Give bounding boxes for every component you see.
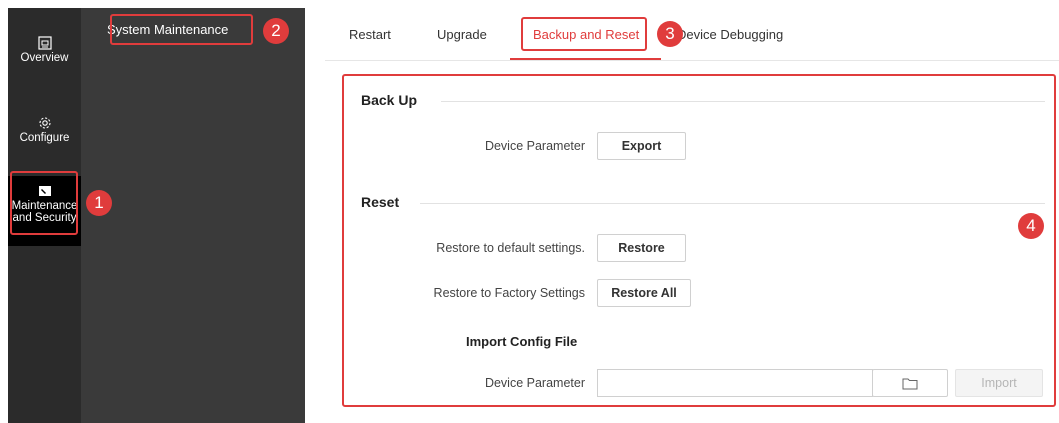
section-divider	[420, 203, 1045, 204]
annotation-badge-2: 2	[263, 18, 289, 44]
submenu-panel: System Maintenance	[81, 8, 305, 423]
tab-backup-and-reset[interactable]: Backup and Reset	[533, 27, 639, 42]
tab-divider	[325, 60, 1059, 61]
restore-default-label: Restore to default settings.	[436, 241, 585, 255]
device-parameter-label: Device Parameter	[484, 139, 585, 153]
import-button[interactable]: Import	[955, 369, 1043, 397]
rail-item-label: Overview	[20, 52, 69, 64]
export-button[interactable]: Export	[597, 132, 686, 160]
rail-item-label-line1: Maintenance	[11, 200, 78, 212]
annotation-badge-1: 1	[86, 190, 112, 216]
restore-all-button[interactable]: Restore All	[597, 279, 691, 307]
rail-item-configure[interactable]: Configure	[8, 116, 81, 144]
tab-upgrade[interactable]: Upgrade	[437, 27, 487, 42]
tab-restart[interactable]: Restart	[349, 27, 391, 42]
section-divider	[441, 101, 1045, 102]
overview-icon	[37, 36, 52, 50]
tab-bar: Restart Upgrade Backup and Reset Device …	[325, 0, 1059, 60]
gear-icon	[38, 117, 51, 129]
config-file-input[interactable]	[597, 369, 873, 397]
annotation-badge-3: 3	[657, 21, 683, 47]
restore-factory-label: Restore to Factory Settings	[433, 286, 585, 300]
annotation-badge-4: 4	[1018, 213, 1044, 239]
rail-item-label: Configure	[19, 132, 70, 144]
maintenance-icon	[38, 186, 51, 196]
section-title-backup: Back Up	[361, 92, 418, 108]
submenu-item-system-maintenance[interactable]: System Maintenance	[107, 22, 228, 37]
rail-item-maintenance-security[interactable]: Maintenance and Security	[8, 176, 81, 246]
tab-device-debugging[interactable]: Device Debugging	[677, 27, 783, 42]
app-root: Overview Configure Maintenance and Secur…	[0, 0, 1059, 423]
restore-button[interactable]: Restore	[597, 234, 686, 262]
nav-rail: Overview Configure Maintenance and Secur…	[8, 8, 81, 423]
import-device-parameter-label: Device Parameter	[484, 376, 585, 390]
import-config-title: Import Config File	[466, 334, 578, 349]
section-title-reset: Reset	[361, 194, 400, 210]
rail-item-label-line2: and Security	[12, 212, 77, 224]
browse-button[interactable]	[872, 369, 948, 397]
folder-icon	[902, 378, 918, 390]
rail-item-overview[interactable]: Overview	[8, 36, 81, 64]
